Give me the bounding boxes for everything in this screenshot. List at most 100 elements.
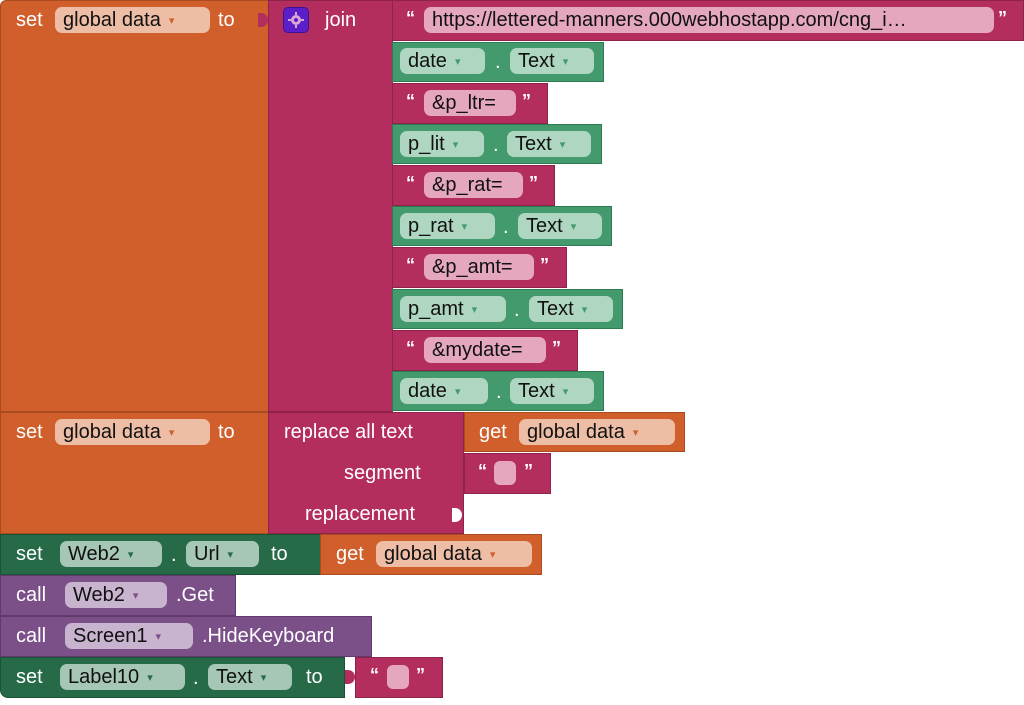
get-keyword: get bbox=[336, 543, 364, 565]
call-keyword: call bbox=[16, 584, 47, 606]
join-block[interactable] bbox=[268, 0, 393, 412]
set-keyword: set bbox=[16, 9, 43, 31]
component-dropdown[interactable]: Screen1 ▾ bbox=[65, 623, 193, 649]
component-dropdown[interactable]: p_rat ▾ bbox=[400, 213, 495, 239]
get-keyword: get bbox=[479, 421, 507, 443]
property-dropdown[interactable]: Text ▾ bbox=[507, 131, 591, 157]
close-quote: ” bbox=[522, 91, 531, 111]
property-dropdown[interactable]: Url ▾ bbox=[186, 541, 259, 567]
dropdown-caret-icon: ▾ bbox=[168, 426, 175, 439]
input-connector bbox=[345, 670, 355, 684]
open-quote: “ bbox=[406, 8, 415, 28]
component-name: p_lit bbox=[408, 133, 445, 155]
property-dropdown[interactable]: Text ▾ bbox=[208, 664, 292, 690]
component-name: p_rat bbox=[408, 215, 454, 237]
variable-dropdown[interactable]: global data ▾ bbox=[376, 541, 532, 567]
to-keyword: to bbox=[306, 666, 323, 688]
close-quote: ” bbox=[529, 173, 538, 193]
component-dropdown[interactable]: p_lit ▾ bbox=[400, 131, 484, 157]
open-quote: “ bbox=[406, 255, 415, 275]
dot-separator: . bbox=[171, 544, 177, 566]
property-dropdown[interactable]: Text ▾ bbox=[510, 378, 594, 404]
property-dropdown[interactable]: Text ▾ bbox=[510, 48, 594, 74]
close-quote: ” bbox=[416, 665, 425, 685]
property-name: Text bbox=[515, 133, 552, 155]
method-name: .Get bbox=[176, 584, 214, 606]
variable-name: global data bbox=[63, 421, 161, 443]
text-field-url[interactable]: https://lettered-manners.000webhostapp.c… bbox=[424, 7, 994, 33]
property-name: Text bbox=[526, 215, 563, 237]
component-dropdown[interactable]: Label10 ▾ bbox=[60, 664, 185, 690]
dropdown-caret-icon: ▾ bbox=[562, 385, 569, 398]
to-keyword: to bbox=[218, 421, 235, 443]
component-name: Screen1 bbox=[73, 625, 148, 647]
variable-dropdown[interactable]: global data ▾ bbox=[519, 419, 675, 445]
component-dropdown[interactable]: Web2 ▾ bbox=[60, 541, 162, 567]
dropdown-caret-icon: ▾ bbox=[147, 671, 153, 684]
component-name: p_amt bbox=[408, 298, 464, 320]
property-name: Text bbox=[216, 666, 253, 688]
dropdown-caret-icon: ▾ bbox=[132, 589, 139, 602]
open-quote: “ bbox=[478, 461, 487, 481]
component-name: Label10 bbox=[68, 666, 140, 688]
to-keyword: to bbox=[218, 9, 235, 31]
component-name: date bbox=[408, 50, 447, 72]
close-quote: ” bbox=[552, 338, 561, 358]
property-name: Url bbox=[194, 543, 220, 565]
gear-icon bbox=[288, 12, 304, 28]
dropdown-caret-icon: ▾ bbox=[454, 385, 461, 398]
empty-text-field[interactable] bbox=[387, 665, 409, 689]
replacement-label: replacement bbox=[305, 503, 416, 525]
component-dropdown[interactable]: p_amt ▾ bbox=[400, 296, 506, 322]
dot-separator: . bbox=[496, 381, 502, 403]
dot-separator: . bbox=[193, 667, 199, 689]
dropdown-caret-icon: ▾ bbox=[168, 14, 175, 27]
dropdown-caret-icon: ▾ bbox=[227, 548, 234, 561]
property-dropdown[interactable]: Text ▾ bbox=[518, 213, 602, 239]
property-name: Text bbox=[518, 380, 555, 402]
dropdown-caret-icon: ▾ bbox=[155, 630, 162, 643]
text-value: &mydate= bbox=[432, 339, 523, 361]
variable-dropdown[interactable]: global data ▾ bbox=[55, 419, 210, 445]
text-field[interactable]: &p_ltr= bbox=[424, 90, 516, 116]
mutator-gear-icon[interactable] bbox=[283, 7, 309, 33]
property-dropdown[interactable]: Text ▾ bbox=[529, 296, 613, 322]
component-name: Web2 bbox=[73, 584, 125, 606]
dropdown-caret-icon: ▾ bbox=[461, 220, 468, 233]
open-quote: “ bbox=[370, 665, 379, 685]
text-value: https://lettered-manners.000webhostapp.c… bbox=[432, 9, 907, 31]
dot-separator: . bbox=[495, 51, 501, 73]
text-value: &p_amt= bbox=[432, 256, 513, 278]
dropdown-caret-icon: ▾ bbox=[559, 138, 566, 151]
text-field[interactable]: &mydate= bbox=[424, 337, 546, 363]
text-field[interactable]: &p_rat= bbox=[424, 172, 523, 198]
empty-text-field[interactable] bbox=[494, 461, 516, 485]
close-quote: ” bbox=[540, 255, 549, 275]
open-quote: “ bbox=[406, 173, 415, 193]
close-quote: ” bbox=[998, 8, 1007, 28]
dropdown-caret-icon: ▾ bbox=[260, 671, 267, 684]
variable-name: global data bbox=[527, 421, 625, 443]
dropdown-caret-icon: ▾ bbox=[452, 138, 459, 151]
dropdown-caret-icon: ▾ bbox=[127, 548, 134, 561]
text-value: &p_ltr= bbox=[432, 92, 496, 114]
variable-dropdown[interactable]: global data ▾ bbox=[55, 7, 210, 33]
component-name: date bbox=[408, 380, 447, 402]
text-field[interactable]: &p_amt= bbox=[424, 254, 534, 280]
dot-separator: . bbox=[503, 216, 509, 238]
set-global-data-block-1[interactable] bbox=[0, 0, 270, 412]
open-quote: “ bbox=[406, 91, 415, 111]
component-dropdown[interactable]: Web2 ▾ bbox=[65, 582, 167, 608]
dropdown-caret-icon: ▾ bbox=[581, 303, 588, 316]
replace-all-text-label: replace all text bbox=[284, 421, 413, 443]
segment-label: segment bbox=[344, 462, 421, 484]
set-keyword: set bbox=[16, 421, 43, 443]
set-keyword: set bbox=[16, 543, 43, 565]
dropdown-caret-icon: ▾ bbox=[570, 220, 577, 233]
component-dropdown[interactable]: date ▾ bbox=[400, 48, 485, 74]
component-name: Web2 bbox=[68, 543, 120, 565]
variable-name: global data bbox=[63, 9, 161, 31]
component-dropdown[interactable]: date ▾ bbox=[400, 378, 488, 404]
open-quote: “ bbox=[406, 338, 415, 358]
set-keyword: set bbox=[16, 666, 43, 688]
